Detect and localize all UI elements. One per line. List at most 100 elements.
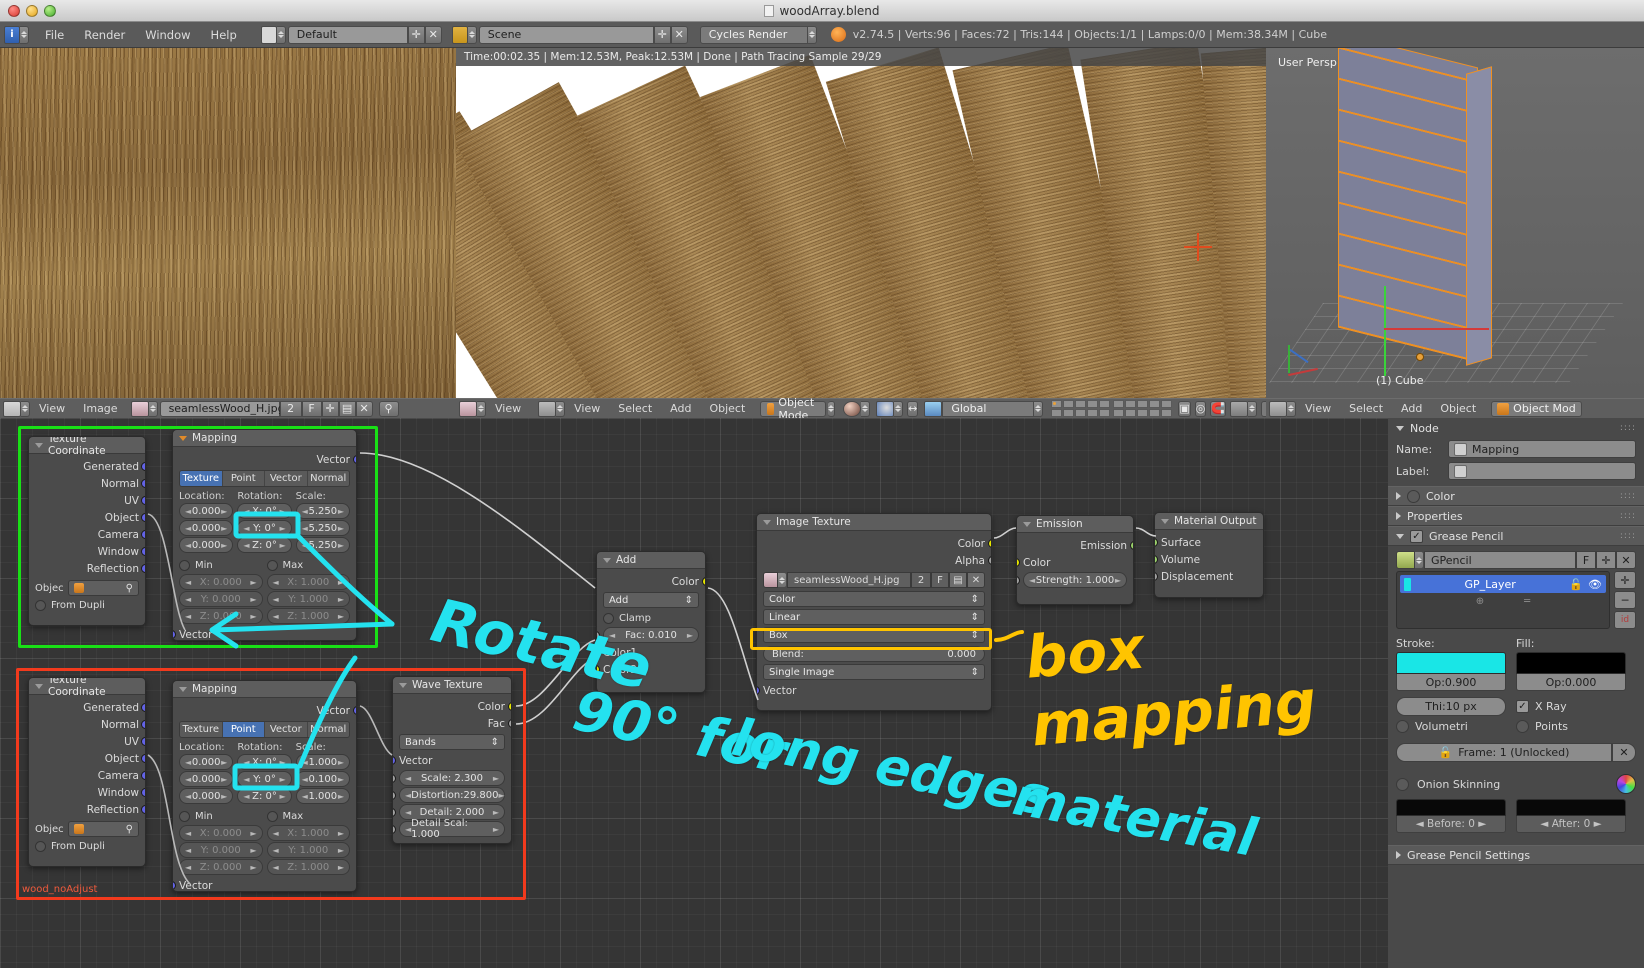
menu-window[interactable]: Window bbox=[135, 28, 200, 42]
layer-grip-icon[interactable]: ═ bbox=[1524, 596, 1530, 607]
blend-type-dropdown[interactable]: Add⇕ bbox=[603, 592, 699, 608]
strength-field[interactable]: ◄Strength: 1.000► bbox=[1023, 572, 1127, 588]
node-menu-view[interactable]: View bbox=[1296, 402, 1340, 415]
view3d-left-editor-selector[interactable] bbox=[459, 401, 486, 417]
after-color-swatch[interactable] bbox=[1516, 799, 1626, 816]
frame-row[interactable]: 🔓 Frame: 1 (Unlocked) ✕ bbox=[1396, 743, 1636, 762]
node-editor[interactable]: wood_noAdjust Texture Coordinate Generat… bbox=[0, 418, 1388, 968]
scene-spinner[interactable] bbox=[468, 26, 477, 44]
image-datablock-row[interactable]: seamlessWood_H.jpg 2 F ▤ ✕ bbox=[763, 572, 985, 588]
delete-scene-button[interactable]: ✕ bbox=[671, 26, 688, 44]
snap-magnet-icon[interactable]: 🧲 bbox=[1210, 401, 1226, 417]
delete-frame-button[interactable]: ✕ bbox=[1612, 743, 1636, 762]
image-users-count[interactable]: 2 bbox=[911, 572, 931, 588]
section-node[interactable]: Node :::: bbox=[1388, 418, 1644, 438]
socket-alpha-out[interactable] bbox=[988, 556, 992, 565]
onion-skinning-checkbox[interactable] bbox=[1396, 778, 1409, 791]
collapse-triangle-icon[interactable] bbox=[1023, 522, 1031, 527]
uv-editor-type-selector[interactable] bbox=[3, 401, 30, 417]
chevron-right-icon[interactable] bbox=[1396, 851, 1401, 859]
gpencil-new-button[interactable]: ✛ bbox=[1596, 551, 1616, 569]
socket-surface-in[interactable] bbox=[1154, 538, 1158, 547]
menu-help[interactable]: Help bbox=[201, 28, 247, 42]
node-emission[interactable]: Emission Emission Color ◄Strength: 1.000… bbox=[1016, 515, 1134, 605]
view3d-editor-type-selector[interactable] bbox=[538, 401, 565, 417]
screen-layout-name[interactable]: Default bbox=[288, 26, 408, 44]
image-open-icon[interactable]: ▤ bbox=[949, 572, 967, 588]
collapse-triangle-icon[interactable] bbox=[1161, 519, 1169, 524]
uv-pin-icon[interactable]: ⚲ bbox=[379, 401, 399, 417]
unlock-icon[interactable]: 🔓 bbox=[1569, 578, 1583, 591]
viewport-3d[interactable]: User Persp (1) Cube bbox=[1266, 48, 1644, 398]
render-engine-value[interactable]: Cycles Render bbox=[700, 26, 808, 44]
remove-layer-button[interactable]: ─ bbox=[1614, 591, 1636, 609]
gpencil-datablock-row[interactable]: GPencil F ✛ ✕ bbox=[1396, 551, 1636, 569]
image-name-field[interactable]: seamlessWood_H.jpg bbox=[787, 572, 911, 588]
uv-menu-image[interactable]: Image bbox=[74, 402, 126, 415]
node-header[interactable]: Image Texture bbox=[757, 514, 991, 531]
section-grease-pencil[interactable]: ✓ Grease Pencil :::: bbox=[1388, 526, 1644, 546]
chevron-down-icon[interactable] bbox=[1396, 534, 1404, 539]
socket-color-in[interactable] bbox=[1016, 558, 1020, 567]
xray-checkbox[interactable]: ✓ bbox=[1516, 700, 1529, 713]
gpencil-name[interactable]: GPencil bbox=[1424, 551, 1576, 569]
uv-image-editor[interactable] bbox=[0, 48, 456, 398]
mode-spinner[interactable] bbox=[828, 401, 835, 417]
color-wheel-icon[interactable] bbox=[1616, 774, 1636, 794]
after-value[interactable]: ◄ After: 0 ► bbox=[1516, 816, 1626, 833]
shading-spinner[interactable] bbox=[861, 401, 870, 417]
view3d-type-spinner[interactable] bbox=[556, 401, 565, 417]
interpolation-dropdown[interactable]: Linear⇕ bbox=[763, 609, 985, 625]
socket-vector-in[interactable] bbox=[756, 686, 760, 695]
before-value[interactable]: ◄ Before: 0 ► bbox=[1396, 816, 1506, 833]
screen-layout-group[interactable]: Default ✛ ✕ bbox=[261, 26, 442, 44]
pivot-point-selector[interactable] bbox=[876, 401, 903, 417]
volumetric-row[interactable]: Volumetri bbox=[1396, 720, 1506, 733]
layer-specials-icon[interactable]: id bbox=[1614, 611, 1636, 629]
layout-spinner[interactable] bbox=[277, 26, 286, 44]
onion-after-group[interactable]: ◄ After: 0 ► bbox=[1516, 799, 1626, 833]
uv-image-users[interactable]: 2 bbox=[280, 401, 302, 417]
editor-type-spinner[interactable] bbox=[20, 26, 29, 44]
menu-file[interactable]: File bbox=[35, 28, 74, 42]
node-name-input[interactable]: Mapping bbox=[1448, 440, 1636, 458]
editor-type-selector[interactable]: i bbox=[4, 26, 29, 44]
collapse-triangle-icon[interactable] bbox=[763, 520, 771, 525]
node-editor-type-selector[interactable] bbox=[1269, 401, 1296, 417]
fill-opacity[interactable]: Op:0.000 bbox=[1516, 674, 1626, 691]
grip-dots-icon[interactable]: :::: bbox=[1620, 531, 1636, 541]
node-label-input[interactable] bbox=[1448, 462, 1636, 480]
gpencil-layer-item[interactable]: GP_Layer 🔓 👁 bbox=[1400, 575, 1606, 593]
image-source-dropdown[interactable]: Single Image⇕ bbox=[763, 664, 985, 680]
node-menu-select[interactable]: Select bbox=[1340, 402, 1392, 415]
view3d-left-menu-view[interactable]: View bbox=[486, 402, 530, 415]
node-material-output[interactable]: Material Output Surface Volume Displacem… bbox=[1154, 512, 1264, 598]
image-fake-user-button[interactable]: F bbox=[931, 572, 949, 588]
socket-color2-in[interactable] bbox=[596, 665, 600, 674]
node-header[interactable]: Add bbox=[597, 552, 705, 569]
stroke-color-swatch[interactable] bbox=[1396, 652, 1506, 674]
gpencil-layer-list[interactable]: GP_Layer 🔓 👁 ⊕ ═ bbox=[1396, 571, 1610, 629]
view3d-menu-add[interactable]: Add bbox=[661, 402, 700, 415]
manipulator-toggle-icon[interactable]: ↔ bbox=[907, 401, 918, 417]
volumetric-checkbox[interactable] bbox=[1396, 720, 1409, 733]
socket-volume-in[interactable] bbox=[1154, 555, 1158, 564]
node-mode-selector[interactable]: Object Mod bbox=[1491, 401, 1582, 417]
uv-image-new-button[interactable]: ✛ bbox=[322, 401, 339, 417]
view3d-left-spinner[interactable] bbox=[477, 401, 486, 417]
socket-strength-in[interactable] bbox=[1016, 576, 1020, 585]
proportional-edit-icon[interactable]: ◎ bbox=[1195, 401, 1207, 417]
stroke-group[interactable]: Stroke: Op:0.900 bbox=[1396, 637, 1506, 691]
stroke-opacity[interactable]: Op:0.900 bbox=[1396, 674, 1506, 691]
fill-color-swatch[interactable] bbox=[1516, 652, 1626, 674]
uv-editor-type-spinner[interactable] bbox=[21, 401, 30, 417]
fac-field[interactable]: ◄Fac: 0.010► bbox=[603, 627, 699, 643]
section-color[interactable]: Color :::: bbox=[1388, 486, 1644, 506]
fill-group[interactable]: Fill: Op:0.000 bbox=[1516, 637, 1626, 691]
xray-row[interactable]: ✓ X Ray bbox=[1516, 700, 1567, 713]
render-engine-group[interactable]: Cycles Render bbox=[700, 26, 817, 44]
scene-group[interactable]: Scene ✛ ✕ bbox=[452, 26, 688, 44]
visibility-eye-icon[interactable]: 👁 bbox=[1588, 578, 1602, 591]
socket-color-out[interactable] bbox=[988, 539, 992, 548]
socket-color-out[interactable] bbox=[702, 577, 706, 586]
